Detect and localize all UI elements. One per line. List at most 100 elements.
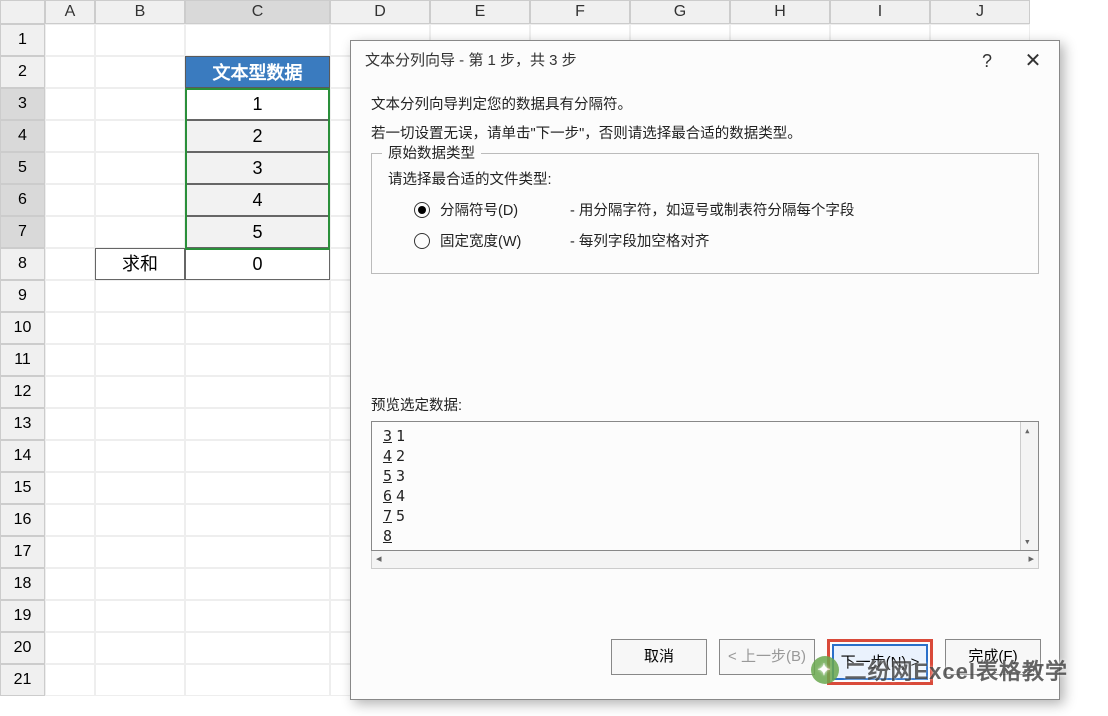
row-header-4[interactable]: 4 [0,120,45,152]
cell-B2[interactable] [95,56,185,88]
cell-C21[interactable] [185,664,330,696]
cell-C20[interactable] [185,632,330,664]
row-header-6[interactable]: 6 [0,184,45,216]
cell-C16[interactable] [185,504,330,536]
cell-B12[interactable] [95,376,185,408]
cell-C15[interactable] [185,472,330,504]
scroll-right-icon[interactable]: ▸ [1028,552,1034,565]
preview-horizontal-scrollbar[interactable]: ◂ ▸ [371,551,1039,569]
cell-B13[interactable] [95,408,185,440]
cell-A4[interactable] [45,120,95,152]
cell-A9[interactable] [45,280,95,312]
select-all-corner[interactable] [0,0,45,24]
row-header-18[interactable]: 18 [0,568,45,600]
table-value-1[interactable]: 1 [185,88,330,120]
row-header-16[interactable]: 16 [0,504,45,536]
row-header-17[interactable]: 17 [0,536,45,568]
table-value-5[interactable]: 5 [185,216,330,248]
cell-B3[interactable] [95,88,185,120]
row-header-2[interactable]: 2 [0,56,45,88]
col-header-C[interactable]: C [185,0,330,24]
col-header-H[interactable]: H [730,0,830,24]
row-header-10[interactable]: 10 [0,312,45,344]
cell-C17[interactable] [185,536,330,568]
col-header-D[interactable]: D [330,0,430,24]
preview-vertical-scrollbar[interactable]: ▴ ▾ [1020,422,1038,550]
cell-C13[interactable] [185,408,330,440]
cell-A17[interactable] [45,536,95,568]
cell-A12[interactable] [45,376,95,408]
row-header-13[interactable]: 13 [0,408,45,440]
cancel-button[interactable]: 取消 [611,639,707,675]
cell-C12[interactable] [185,376,330,408]
radio-fixed-width[interactable] [414,233,430,249]
row-header-21[interactable]: 21 [0,664,45,696]
row-header-3[interactable]: 3 [0,88,45,120]
cell-B15[interactable] [95,472,185,504]
col-header-B[interactable]: B [95,0,185,24]
help-button[interactable]: ? [975,41,999,81]
cell-A7[interactable] [45,216,95,248]
row-header-1[interactable]: 1 [0,24,45,56]
row-header-7[interactable]: 7 [0,216,45,248]
cell-A13[interactable] [45,408,95,440]
cell-B11[interactable] [95,344,185,376]
sum-value[interactable]: 0 [185,248,330,280]
row-header-8[interactable]: 8 [0,248,45,280]
cell-C9[interactable] [185,280,330,312]
cell-B18[interactable] [95,568,185,600]
finish-button[interactable]: 完成(F) [945,639,1041,675]
cell-C1[interactable] [185,24,330,56]
col-header-F[interactable]: F [530,0,630,24]
cell-B6[interactable] [95,184,185,216]
cell-A14[interactable] [45,440,95,472]
cell-B14[interactable] [95,440,185,472]
col-header-A[interactable]: A [45,0,95,24]
cell-A20[interactable] [45,632,95,664]
radio-delimited[interactable] [414,202,430,218]
col-header-E[interactable]: E [430,0,530,24]
scroll-up-icon[interactable]: ▴ [1024,424,1031,437]
cell-C10[interactable] [185,312,330,344]
radio-fixed-row[interactable]: 固定宽度(W) - 每列字段加空格对齐 [414,230,1022,251]
back-button[interactable]: < 上一步(B) [719,639,815,675]
close-button[interactable]: ✕ [1021,41,1045,81]
cell-A5[interactable] [45,152,95,184]
col-header-G[interactable]: G [630,0,730,24]
table-value-3[interactable]: 3 [185,152,330,184]
cell-A3[interactable] [45,88,95,120]
cell-A11[interactable] [45,344,95,376]
cell-C18[interactable] [185,568,330,600]
cell-B10[interactable] [95,312,185,344]
cell-B19[interactable] [95,600,185,632]
table-value-2[interactable]: 2 [185,120,330,152]
cell-C19[interactable] [185,600,330,632]
scroll-down-icon[interactable]: ▾ [1024,535,1031,548]
table-header[interactable]: 文本型数据 [185,56,330,88]
cell-B16[interactable] [95,504,185,536]
col-header-I[interactable]: I [830,0,930,24]
cell-C11[interactable] [185,344,330,376]
col-header-J[interactable]: J [930,0,1030,24]
cell-B17[interactable] [95,536,185,568]
cell-B21[interactable] [95,664,185,696]
row-header-11[interactable]: 11 [0,344,45,376]
cell-B4[interactable] [95,120,185,152]
cell-A18[interactable] [45,568,95,600]
cell-A10[interactable] [45,312,95,344]
row-header-15[interactable]: 15 [0,472,45,504]
row-header-19[interactable]: 19 [0,600,45,632]
row-header-12[interactable]: 12 [0,376,45,408]
cell-B7[interactable] [95,216,185,248]
cell-A16[interactable] [45,504,95,536]
table-value-4[interactable]: 4 [185,184,330,216]
cell-C14[interactable] [185,440,330,472]
cell-B1[interactable] [95,24,185,56]
cell-A1[interactable] [45,24,95,56]
cell-A2[interactable] [45,56,95,88]
cell-A6[interactable] [45,184,95,216]
next-button[interactable]: 下一步(N) > [832,644,928,680]
row-header-9[interactable]: 9 [0,280,45,312]
cell-A19[interactable] [45,600,95,632]
row-header-5[interactable]: 5 [0,152,45,184]
